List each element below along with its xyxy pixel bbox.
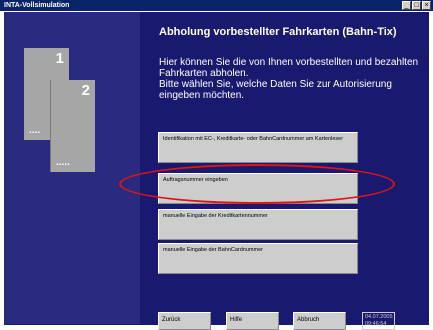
back-button[interactable]: Zurück xyxy=(158,312,211,330)
instructions-line-1: Hier können Sie die von Ihnen vorbestell… xyxy=(159,57,419,79)
minimize-button[interactable]: _ xyxy=(402,1,411,10)
step-number-1: 1 xyxy=(55,50,64,67)
option-bahncard-manual-button[interactable]: manuelle Eingabe der BahnCardnummer xyxy=(158,243,358,274)
step-dots-1: .... xyxy=(29,125,41,136)
cancel-button[interactable]: Abbruch xyxy=(293,312,346,330)
window-controls: _ □ × xyxy=(402,1,431,10)
step-card-2: 2 ..... xyxy=(50,80,95,172)
instructions-line-2: Bitte wählen Sie, welche Daten Sie zur A… xyxy=(159,79,392,101)
page-title: Abholung vorbestellter Fahrkarten (Bahn-… xyxy=(159,26,397,38)
option-order-number-button[interactable]: Auftragsnummer eingeben xyxy=(158,173,358,204)
date-text: 04.07.2005 xyxy=(365,314,393,320)
application-window: INTA-Vollsimulation _ □ × 1 .... 2 .....… xyxy=(0,0,433,330)
window-title: INTA-Vollsimulation xyxy=(4,2,70,9)
close-button[interactable]: × xyxy=(422,1,431,10)
left-decoration-panel: 1 .... 2 ..... xyxy=(4,12,140,324)
maximize-button[interactable]: □ xyxy=(412,1,421,10)
help-button[interactable]: Hilfe xyxy=(226,312,279,330)
title-bar[interactable]: INTA-Vollsimulation _ □ × xyxy=(0,0,433,11)
option-card-reader-button[interactable]: Identifikation mit EC-, Kreditkarte- ode… xyxy=(158,132,358,163)
step-number-2: 2 xyxy=(81,82,90,99)
step-dots-2: ..... xyxy=(56,157,70,168)
main-panel: 1 .... 2 ..... Abholung vorbestellter Fa… xyxy=(4,12,429,330)
option-creditcard-manual-button[interactable]: manuelle Eingabe der Kreditkartennummer xyxy=(158,209,358,240)
instructions-text: Hier können Sie die von Ihnen vorbestell… xyxy=(159,57,424,101)
datetime-display: 04.07.2005 09:46:54 xyxy=(362,312,395,330)
